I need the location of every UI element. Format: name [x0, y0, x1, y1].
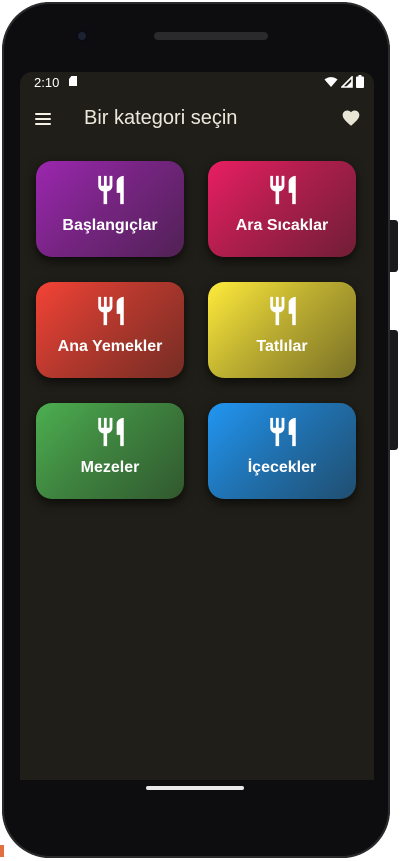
- category-card[interactable]: Ana Yemekler: [36, 282, 184, 378]
- category-card[interactable]: Ara Sıcaklar: [208, 161, 356, 257]
- category-card[interactable]: Başlangıçlar: [36, 161, 184, 257]
- category-label: Tatlılar: [256, 338, 308, 355]
- menu-icon[interactable]: [34, 110, 54, 128]
- restaurant-icon: [266, 294, 300, 328]
- home-indicator[interactable]: [146, 786, 244, 790]
- restaurant-icon: [266, 173, 300, 207]
- earpiece-speaker: [154, 32, 268, 40]
- volume-button: [390, 330, 398, 450]
- status-time: 2:10: [34, 75, 60, 90]
- app-screen: 2:10 Bir kategori seçin Başlangıçlar Ara…: [20, 72, 374, 780]
- phone-device: 2:10 Bir kategori seçin Başlangıçlar Ara…: [0, 0, 400, 861]
- front-camera: [76, 30, 88, 42]
- status-bar: 2:10: [20, 72, 374, 94]
- category-label: Ana Yemekler: [57, 338, 163, 355]
- category-label: Başlangıçlar: [62, 217, 158, 234]
- restaurant-icon: [94, 294, 128, 328]
- status-icons: [324, 75, 364, 88]
- sim-card-icon: [69, 76, 77, 86]
- favorites-heart-icon[interactable]: [341, 108, 361, 128]
- battery-icon: [356, 75, 364, 88]
- wifi-icon: [324, 76, 338, 88]
- restaurant-icon: [266, 415, 300, 449]
- restaurant-icon: [94, 415, 128, 449]
- power-button: [390, 220, 398, 272]
- category-label: Ara Sıcaklar: [235, 217, 329, 234]
- restaurant-icon: [94, 173, 128, 207]
- page-title: Bir kategori seçin: [84, 107, 238, 129]
- app-bar: Bir kategori seçin: [20, 94, 374, 144]
- decorative-edge: [0, 845, 4, 857]
- category-card[interactable]: Tatlılar: [208, 282, 356, 378]
- category-card[interactable]: İçecekler: [208, 403, 356, 499]
- category-card[interactable]: Mezeler: [36, 403, 184, 499]
- cell-signal-icon: [341, 75, 353, 88]
- category-label: İçecekler: [247, 459, 317, 476]
- category-label: Mezeler: [80, 459, 140, 476]
